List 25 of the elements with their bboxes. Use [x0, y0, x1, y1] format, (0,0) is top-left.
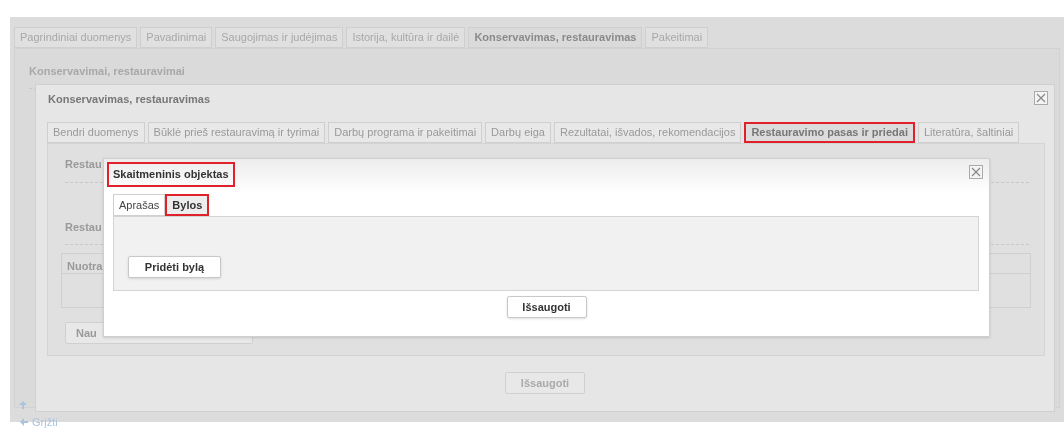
inner-tab[interactable]: Aprašas	[113, 194, 166, 216]
section-label: Restau	[65, 157, 102, 172]
dialog-tab[interactable]: Rezultatai, išvados, rekomendacijos	[553, 122, 742, 143]
close-icon[interactable]	[1034, 91, 1048, 105]
section-label: Restau	[65, 219, 102, 235]
save-button[interactable]: Išsaugoti	[506, 296, 587, 318]
up-arrow-icon	[19, 401, 27, 409]
dialog-tab[interactable]: Restauravimo pasas ir priedai	[744, 122, 915, 143]
dialog-title: Konservavimas, restauravimas	[48, 92, 211, 107]
close-icon[interactable]	[969, 165, 983, 179]
dialog-tab[interactable]: Darbų programa ir pakeitimai	[328, 122, 483, 143]
dialog-tab[interactable]: Bendri duomenys	[47, 122, 145, 143]
page-tab[interactable]: Konservavimas, restauravimas	[468, 27, 643, 48]
page-tab[interactable]: Pakeitimai	[645, 27, 709, 48]
save-button[interactable]: Išsaugoti	[505, 372, 585, 394]
dialog-tab[interactable]: Darbų eiga	[485, 122, 551, 143]
add-file-button[interactable]: Pridėti bylą	[128, 256, 221, 278]
back-link-text[interactable]: Grįžti	[32, 414, 58, 431]
inner-tab[interactable]: Bylos	[165, 194, 210, 216]
dialog-tab[interactable]: Literatūra, šaltiniai	[917, 122, 1020, 143]
page-tab[interactable]: Pavadinimai	[140, 27, 213, 48]
dialog-tab[interactable]: Būklė prieš restauravimą ir tyrimai	[147, 122, 326, 143]
back-link[interactable]: Grįžti	[20, 414, 58, 431]
left-arrow-icon	[20, 418, 28, 427]
inner-dialog-title: Skaitmeninis objektas	[107, 162, 235, 187]
